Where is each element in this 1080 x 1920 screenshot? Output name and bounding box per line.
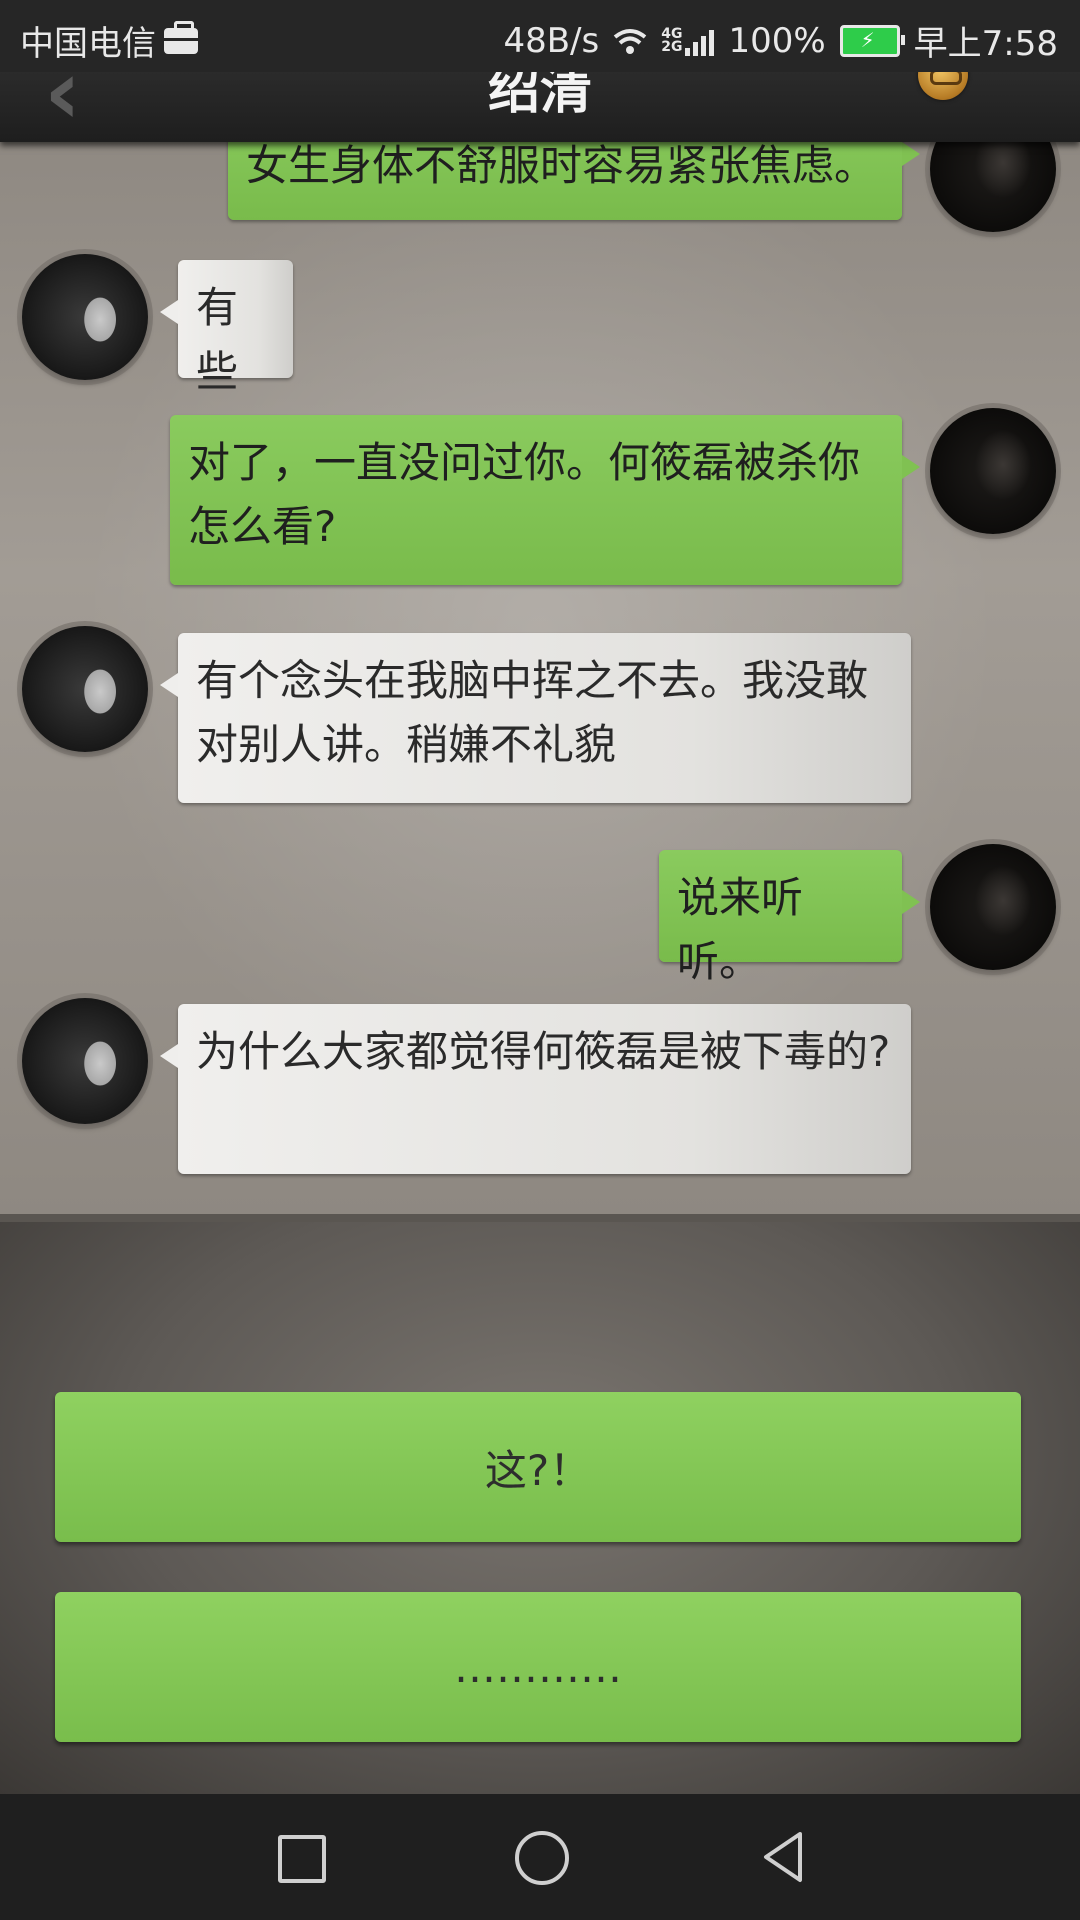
message-text: 对了，一直没问过你。何筱磊被杀你怎么看?	[188, 438, 861, 551]
message-bubble: 女生身体不舒服时容易紧张焦虑。	[228, 142, 920, 220]
avatar[interactable]	[930, 408, 1056, 534]
reply-panel: 这?！ …………	[0, 1222, 1080, 1794]
signal-icon	[685, 26, 715, 56]
avatar[interactable]	[930, 142, 1056, 232]
message-text: 为什么大家都觉得何筱磊是被下毒的?	[196, 1027, 891, 1076]
reply-option-label: 这?！	[484, 1445, 592, 1495]
avatar[interactable]	[22, 998, 148, 1124]
status-bar: 中国电信 48B/s 4G 2G 100% ⚡ 早上7:58	[0, 0, 1080, 72]
avatar[interactable]	[22, 626, 148, 752]
status-right: 48B/s 4G 2G 100% ⚡ 早上7:58	[503, 16, 1058, 65]
message-bubble: 有些	[160, 260, 293, 396]
square-icon[interactable]	[278, 1835, 326, 1883]
avatar[interactable]	[22, 254, 148, 380]
circle-icon[interactable]	[515, 1831, 569, 1885]
reply-option-label: …………	[454, 1642, 622, 1692]
network-type: 4G 2G	[661, 27, 683, 55]
navigation-bar	[0, 1794, 1080, 1920]
title-bar: ‹ 绍清	[0, 48, 1080, 142]
battery-icon: ⚡	[839, 24, 905, 57]
work-profile-icon	[164, 20, 198, 54]
cellular-indicator: 4G 2G	[661, 26, 715, 56]
message-text: 有些	[196, 283, 239, 396]
wifi-icon	[613, 28, 647, 54]
net-speed: 48B/s	[503, 20, 600, 61]
triangle-back-icon[interactable]	[760, 1830, 808, 1884]
message-bubble: 对了，一直没问过你。何筱磊被杀你怎么看?	[170, 415, 920, 585]
chat-area[interactable]: 女生身体不舒服时容易紧张焦虑。 有些 对了，一直没问过你。何筱磊被杀你怎么看? …	[0, 142, 1080, 1222]
network-2g: 2G	[661, 38, 683, 55]
status-left: 中国电信	[20, 16, 198, 65]
clock: 早上7:58	[913, 24, 1058, 64]
message-text: 有个念头在我脑中挥之不去。我没敢对别人讲。稍嫌不礼貌	[196, 656, 869, 769]
message-bubble: 说来听听。	[659, 850, 920, 986]
message-bubble: 为什么大家都觉得何筱磊是被下毒的?	[160, 1004, 911, 1174]
battery-percent: 100%	[728, 20, 826, 61]
message-text: 说来听听。	[677, 873, 804, 986]
message-text: 女生身体不舒服时容易紧张焦虑。	[246, 142, 877, 190]
avatar[interactable]	[930, 844, 1056, 970]
carrier-label: 中国电信	[20, 24, 156, 64]
reply-option-button[interactable]: 这?！	[55, 1392, 1021, 1542]
message-bubble: 有个念头在我脑中挥之不去。我没敢对别人讲。稍嫌不礼貌	[160, 633, 911, 803]
reply-option-button[interactable]: …………	[55, 1592, 1021, 1742]
